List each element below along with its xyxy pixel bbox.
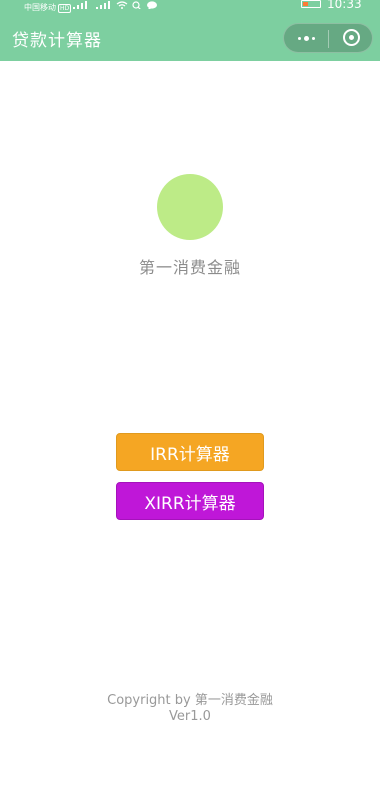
hd-badge: HD [58, 4, 72, 13]
wifi-icon [116, 1, 128, 9]
irr-calculator-button[interactable]: IRR计算器 [116, 433, 264, 471]
more-button[interactable] [284, 24, 328, 52]
close-button[interactable] [329, 24, 373, 52]
signal-icon [73, 1, 87, 9]
capsule-menu [283, 23, 373, 53]
nav-bar: 贷款计算器 [0, 14, 380, 61]
search-icon [132, 1, 141, 9]
logo [157, 174, 223, 240]
version-text: Ver1.0 [169, 709, 211, 724]
org-name: 第一消费金融 [138, 258, 241, 277]
close-circle-icon [343, 29, 360, 46]
message-icon [147, 1, 157, 9]
carrier-label: 中国移动 HD [24, 2, 72, 13]
copyright-text: Copyright by 第一消费金融 [107, 693, 273, 708]
status-bar: 中国移动 HD 10:33 [0, 0, 380, 14]
xirr-calculator-button[interactable]: XIRR计算器 [116, 482, 264, 520]
battery-level [303, 2, 308, 6]
carrier-name: 中国移动 [24, 3, 56, 12]
battery-icon [301, 0, 321, 8]
signal-icon [96, 1, 110, 9]
page-title: 贷款计算器 [12, 31, 102, 51]
clock: 10:33 [327, 0, 362, 11]
